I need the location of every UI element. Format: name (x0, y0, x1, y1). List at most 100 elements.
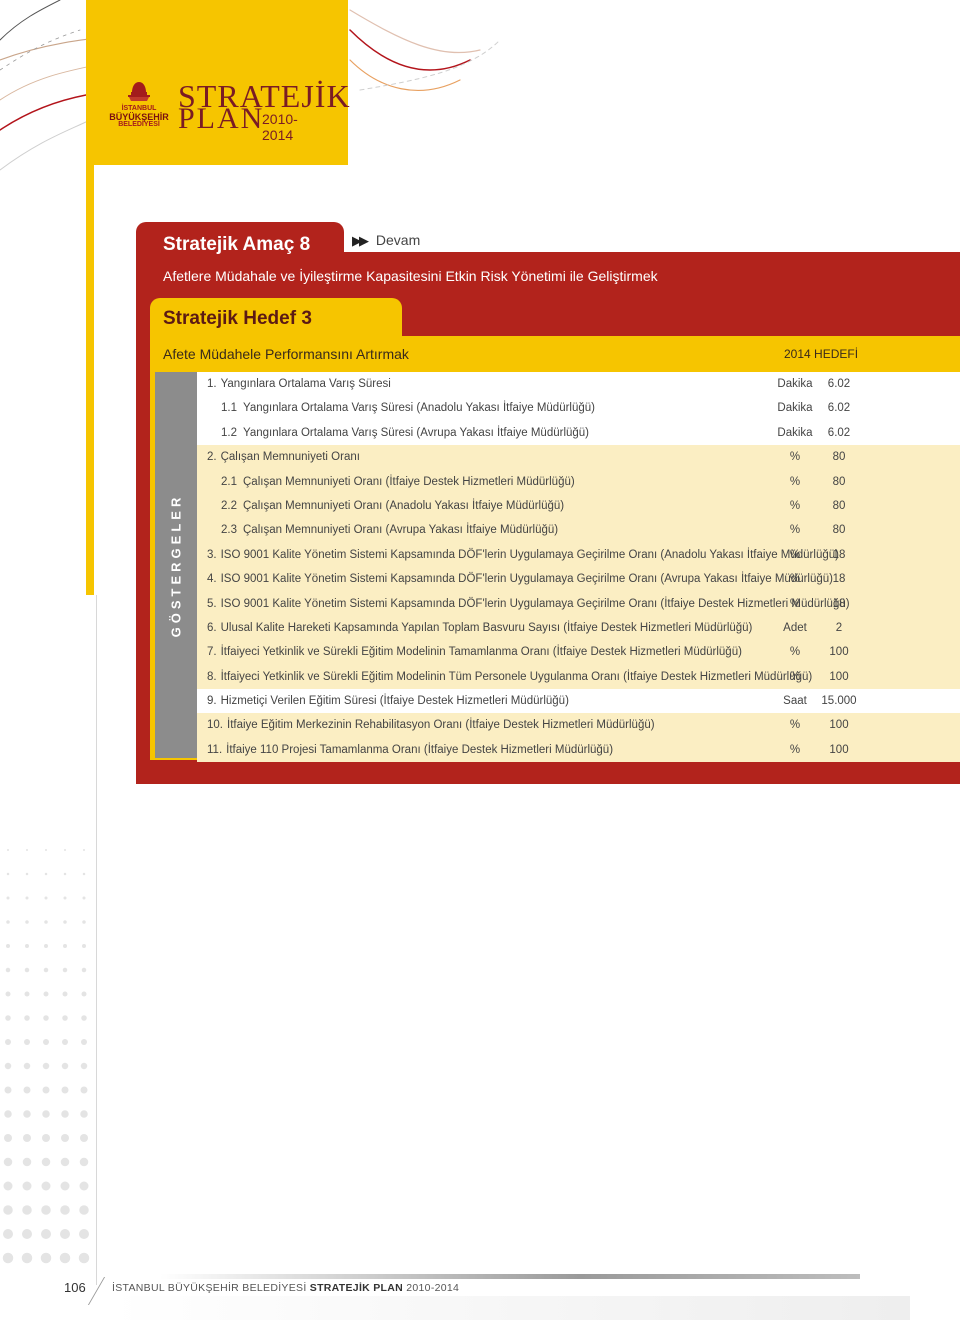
goal-subtitle: Afete Müdahele Performansını Artırmak (163, 346, 409, 362)
left-margin-line (96, 595, 97, 1285)
dot (43, 967, 49, 973)
dot (6, 920, 10, 924)
indicator-target-value: 100 (829, 743, 849, 756)
dot (63, 944, 67, 948)
indicator-label: 9. Hizmetiçi Verilen Eğitim Süresi (İtfai… (207, 689, 569, 713)
indicator-number: 2.3 (221, 524, 237, 537)
indicator-target-value: 6.02 (827, 402, 851, 415)
dot (81, 1015, 87, 1021)
dot (60, 1205, 70, 1215)
dot (63, 872, 67, 876)
dot (2, 1252, 14, 1264)
dot (79, 1205, 89, 1215)
dot (26, 849, 28, 851)
indicator-unit: Adet (783, 621, 807, 634)
dot (61, 1062, 69, 1070)
indicator-label: 1. Yangınlara Ortalama Varış Süresi (207, 372, 391, 396)
footer-plan: STRATEJİK PLAN (309, 1282, 404, 1294)
dot (3, 1205, 13, 1215)
section-subtitle: Afetlere Müdahale ve İyileştirme Kapasit… (163, 268, 658, 284)
dot (23, 1110, 31, 1118)
indicator-number: 8. (207, 670, 217, 683)
page-number: 106 (64, 1280, 86, 1295)
dot (81, 991, 87, 997)
indicator-unit: Dakika (777, 426, 813, 439)
table-row: 10. İtfaiye Eğitim Merkezinin Rehabilitas… (197, 713, 960, 738)
dot (61, 1086, 69, 1094)
dot (61, 1110, 69, 1118)
indicator-unit: % (789, 573, 801, 586)
table-row: 1. Yangınlara Ortalama Varış Süresi Dakika… (197, 372, 960, 397)
table-row: 1.2 Yangınlara Ortalama Varış Süresi (Avr… (197, 420, 960, 446)
footer-band (110, 1296, 910, 1320)
dot (3, 1157, 13, 1167)
indicator-label: 2.3 Çalışan Memnuniyeti Oranı (Avrupa Yak… (221, 518, 558, 542)
dot (24, 967, 30, 973)
indicator-number: 11. (207, 743, 223, 756)
section-title: Stratejik Amaç 8 (163, 234, 311, 255)
indicator-label: 3. ISO 9001 Kalite Yönetim Sistemi Kapsam… (207, 543, 839, 567)
continued-label: Devam (375, 232, 421, 248)
dot (44, 944, 48, 948)
ibb-emblem-icon (128, 82, 150, 101)
dot (42, 1062, 50, 1070)
table-row: 9. Hizmetiçi Verilen Eğitim Süresi (İtfai… (197, 689, 960, 714)
indicator-unit: % (789, 451, 801, 464)
dot (60, 1157, 70, 1167)
indicator-text: Çalışan Memnuniyeti Oranı (Avrupa Yakası… (243, 524, 559, 537)
indicator-unit: Saat (783, 695, 807, 708)
dot (62, 967, 68, 973)
ibb-logo-line-3: BELEDİYESİ (118, 121, 160, 128)
dot (79, 1157, 89, 1167)
ibb-logo-line-2: BÜYÜKŞEHİR (109, 112, 169, 122)
dot (79, 1229, 89, 1239)
dot (6, 896, 10, 900)
dot (23, 1062, 31, 1070)
indicator-number: 3. (207, 548, 217, 561)
logo-years: 2010-2014 (262, 111, 298, 143)
indicator-target-value: 80 (832, 451, 846, 464)
dot (4, 1062, 12, 1070)
indicator-label: 1.1 Yangınlara Ortalama Varış Süresi (Ana… (221, 396, 595, 420)
dot (60, 1181, 70, 1191)
dot (43, 1015, 49, 1021)
dot (61, 1134, 69, 1142)
indicator-number: 7. (207, 646, 217, 659)
dot (25, 944, 29, 948)
indicators-side-label: GÖSTERGELER (168, 493, 184, 637)
dot (41, 1229, 51, 1239)
indicator-unit: % (789, 524, 801, 537)
dot (40, 1252, 52, 1264)
table-row: 2.3 Çalışan Memnuniyeti Oranı (Avrupa Yak… (197, 518, 960, 543)
indicator-label: 2. Çalışan Memnuniyeti Oranı (207, 445, 360, 469)
indicator-target-value: 6.02 (827, 378, 851, 390)
ibb-logo: İSTANBUL BÜYÜKŞEHİR BELEDİYESİ (108, 80, 170, 128)
dot (22, 1229, 32, 1239)
indicator-text: ISO 9001 Kalite Yönetim Sistemi Kapsamın… (220, 573, 833, 586)
dot (5, 967, 11, 973)
dot (22, 1205, 32, 1215)
dot (44, 872, 48, 876)
indicator-label: 7. İtfaiyeci Yetkinlik ve Sürekli Eğitim … (207, 640, 742, 664)
indicator-label: 10. İtfaiye Eğitim Merkezinin Rehabilitas… (207, 713, 655, 737)
indicator-target-value: 18 (832, 548, 846, 561)
dot (82, 920, 86, 924)
indicator-label: 11. İtfaiye 110 Projesi Tamamlanma Oranı … (207, 738, 613, 762)
dot (4, 1110, 12, 1118)
indicator-number: 9. (207, 695, 217, 708)
indicator-target-value: 18 (832, 573, 846, 586)
dot (7, 849, 9, 851)
dot (79, 1181, 89, 1191)
dot (43, 1039, 49, 1045)
indicator-unit: % (789, 743, 801, 756)
indicator-number: 6. (207, 621, 217, 634)
table-row: 5. ISO 9001 Kalite Yönetim Sistemi Kapsam… (197, 591, 960, 616)
dot (82, 872, 86, 876)
indicator-text: İtfaiye 110 Projesi Tamamlanma Oranı (İt… (226, 743, 614, 756)
dot (3, 1181, 13, 1191)
dot (24, 1015, 30, 1021)
dot (4, 1134, 12, 1142)
indicator-target-value: 18 (832, 597, 846, 610)
indicator-target-value: 80 (832, 499, 846, 512)
indicator-target-value: 100 (829, 719, 849, 732)
